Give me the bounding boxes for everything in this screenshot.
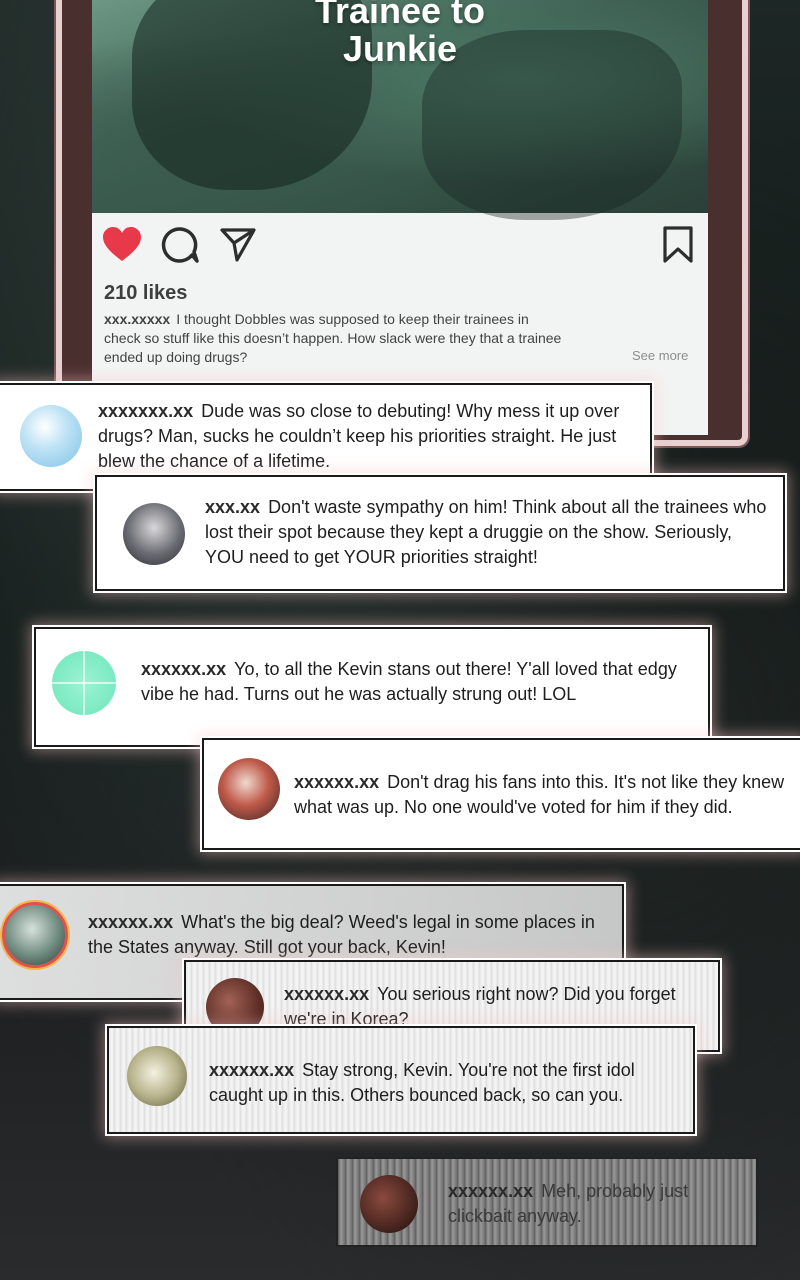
post-card: Trainee to Junkie 210 likes xxx.xxxxx I t… (92, 0, 708, 435)
comment-username[interactable]: xxxxxx.xx (284, 984, 369, 1004)
comment-card: xxxxxx.xx Yo, to all the Kevin stans out … (34, 627, 710, 747)
comment-body: xxxxxx.xx You serious right now? Did you … (284, 982, 714, 1032)
comment-body: xxxxxx.xx What's the big deal? Weed's leg… (88, 910, 613, 960)
avatar[interactable] (123, 503, 185, 565)
comment-card: xxx.xx Don't waste sympathy on him! Think… (95, 475, 785, 591)
comment-body: xxxxxx.xx Stay strong, Kevin. You're not … (209, 1058, 689, 1108)
post-title: Trainee to Junkie (92, 0, 708, 68)
bookmark-icon[interactable] (658, 225, 698, 265)
post-caption: xxx.xxxxx I thought Dobbles was supposed … (104, 310, 564, 367)
comment-username[interactable]: xxxxxx.xx (209, 1060, 294, 1080)
caption-username[interactable]: xxx.xxxxx (104, 311, 170, 327)
post-actions (92, 213, 708, 283)
comment-body: xxxxxxx.xx Dude was so close to debuting!… (98, 399, 643, 474)
comment-body: xxx.xx Don't waste sympathy on him! Think… (205, 495, 775, 570)
comment-username[interactable]: xxxxxx.xx (88, 912, 173, 932)
comment-icon[interactable] (160, 225, 200, 265)
comment-username[interactable]: xxxxxx.xx (294, 772, 379, 792)
share-icon[interactable] (218, 225, 258, 265)
comment-card: xxxxxx.xx Meh, probably just clickbait an… (336, 1157, 758, 1247)
comment-username[interactable]: xxxxxxx.xx (98, 401, 193, 421)
avatar[interactable] (360, 1175, 418, 1233)
comment-text: Don't waste sympathy on him! Think about… (205, 497, 767, 567)
avatar[interactable] (52, 651, 116, 715)
comment-username[interactable]: xxxxxx.xx (141, 659, 226, 679)
heart-icon[interactable] (102, 225, 142, 265)
avatar[interactable] (127, 1046, 187, 1106)
comment-card: xxxxxx.xx Stay strong, Kevin. You're not … (107, 1026, 695, 1134)
comment-card: xxxxxx.xx Don't drag his fans into this. … (202, 738, 800, 850)
avatar[interactable] (2, 902, 68, 968)
caption-text: I thought Dobbles was supposed to keep t… (104, 311, 562, 365)
avatar[interactable] (20, 405, 82, 467)
avatar[interactable] (218, 758, 280, 820)
comment-body: xxxxxx.xx Yo, to all the Kevin stans out … (141, 657, 701, 707)
comment-body: xxxxxx.xx Don't drag his fans into this. … (294, 770, 794, 820)
comment-body: xxxxxx.xx Meh, probably just clickbait an… (448, 1179, 748, 1229)
post-title-line2: Junkie (342, 28, 458, 69)
post-image: Trainee to Junkie (92, 0, 708, 220)
phone-frame: Trainee to Junkie 210 likes xxx.xxxxx I t… (62, 0, 742, 440)
see-more-link[interactable]: See more (632, 348, 688, 363)
comment-username[interactable]: xxx.xx (205, 497, 260, 517)
post-title-line1: Trainee to (314, 0, 486, 31)
likes-count: 210 likes (104, 282, 188, 304)
comment-username[interactable]: xxxxxx.xx (448, 1181, 533, 1201)
